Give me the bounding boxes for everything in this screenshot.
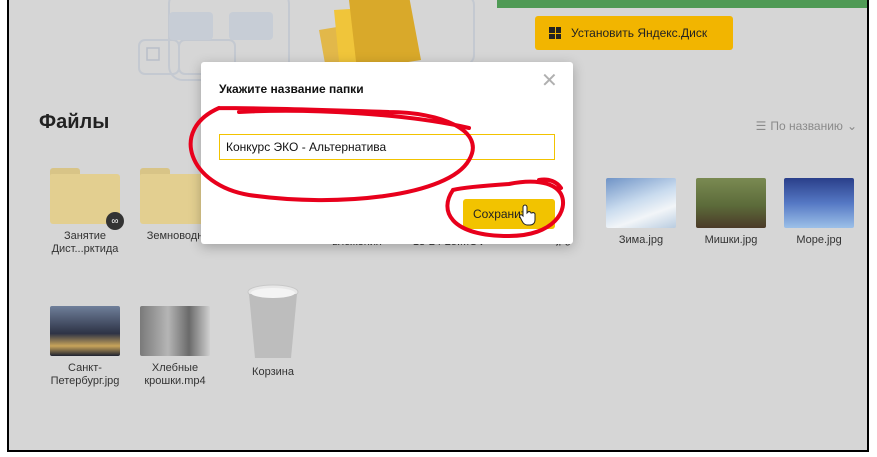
folder-icon: ∞ <box>50 168 124 230</box>
item-label: Хлебные крошки.mp4 <box>144 362 206 387</box>
trash-item[interactable]: Корзина <box>231 284 315 379</box>
image-thumbnail <box>696 178 766 228</box>
list-item[interactable]: Море.jpg <box>777 178 861 247</box>
item-label: Зима.jpg <box>618 234 664 246</box>
item-label: Море.jpg <box>796 234 842 246</box>
list-item[interactable]: Санкт-Петербург.jpg <box>43 306 127 388</box>
image-thumbnail <box>606 178 676 228</box>
create-folder-dialog: Укажите название папки ✕ Сохранить <box>201 62 573 244</box>
folder-name-input[interactable] <box>219 134 555 160</box>
chevron-down-icon: ⌄ <box>846 119 857 133</box>
install-disk-button[interactable]: Установить Яндекс.Диск <box>535 16 733 50</box>
image-thumbnail <box>784 178 854 228</box>
hand-cursor-icon <box>519 204 536 226</box>
list-item[interactable]: ∞ Занятие Дист...рктида <box>43 168 127 256</box>
image-thumbnail <box>50 306 120 356</box>
close-icon[interactable]: ✕ <box>541 71 559 91</box>
folder-icon <box>140 168 210 224</box>
page-title: Файлы <box>39 111 110 133</box>
sort-icon: ☰ <box>755 119 767 133</box>
save-button[interactable]: Сохранить <box>463 199 555 229</box>
list-item[interactable]: Хлебные крошки.mp4 <box>133 306 217 388</box>
windows-icon <box>549 27 561 39</box>
item-label: Санкт-Петербург.jpg <box>50 362 120 387</box>
item-label: Занятие Дист...рктида <box>51 230 119 255</box>
list-item[interactable]: Зима.jpg <box>599 178 683 247</box>
sort-label: По названию <box>770 119 843 133</box>
dialog-title: Укажите название папки <box>219 82 364 96</box>
list-item[interactable]: Мишки.jpg <box>689 178 773 247</box>
sort-control[interactable]: ☰ По названию ⌄ <box>756 119 857 133</box>
item-label: Мишки.jpg <box>704 234 758 246</box>
video-thumbnail <box>140 306 210 356</box>
link-icon: ∞ <box>106 212 124 230</box>
disk-window: Установить Яндекс.Диск Файлы ☰ По назван… <box>7 0 869 452</box>
green-tab-strip <box>497 0 867 8</box>
trash-icon <box>247 284 299 360</box>
install-disk-label: Установить Яндекс.Диск <box>571 26 708 40</box>
item-label: Корзина <box>252 366 294 378</box>
